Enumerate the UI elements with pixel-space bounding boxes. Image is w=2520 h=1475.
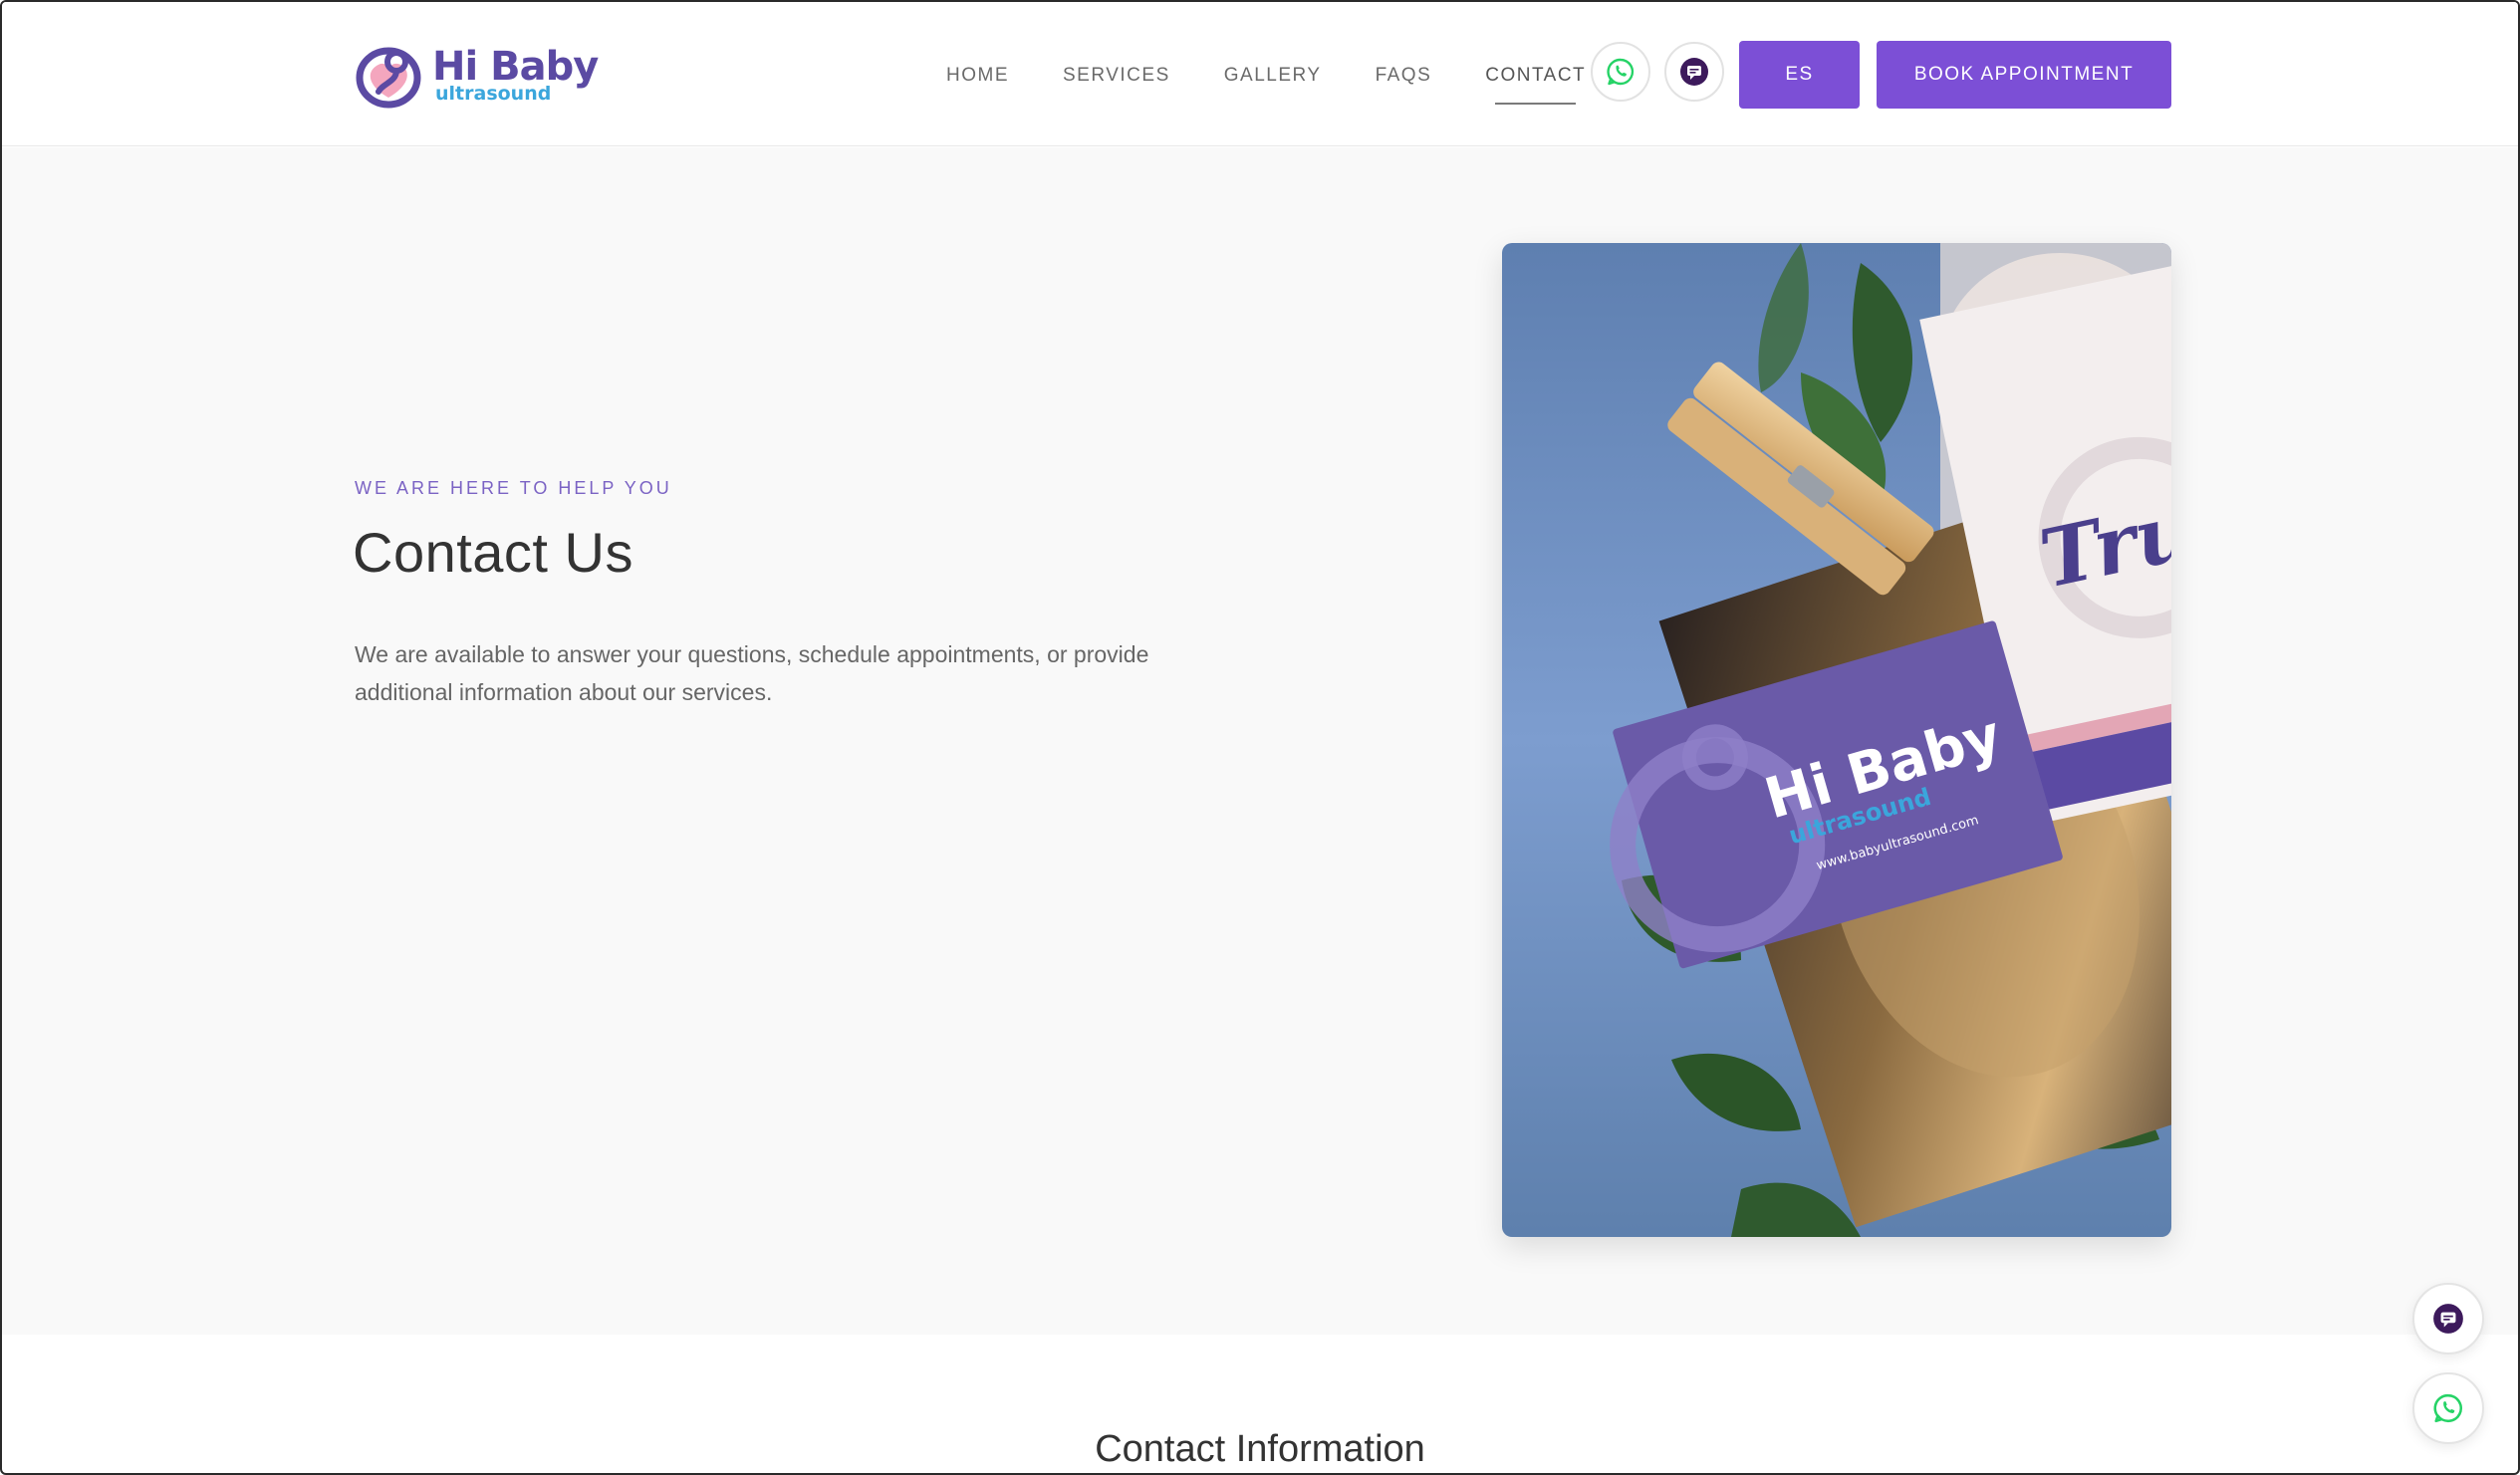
page-title: Contact Us <box>353 521 633 584</box>
hero-eyebrow: WE ARE HERE TO HELP YOU <box>355 478 672 498</box>
browser-frame: Hi Baby ultrasound HOME SERVICES GALLERY… <box>0 0 2520 1475</box>
language-es-button[interactable]: ES <box>1739 41 1860 109</box>
whatsapp-button[interactable] <box>1591 42 1650 102</box>
hero-description: We are available to answer your question… <box>355 641 1149 705</box>
book-appointment-button[interactable]: BOOK APPOINTMENT <box>1877 41 2171 109</box>
main-nav: HOME SERVICES GALLERY FAQS CONTACT <box>946 59 1639 105</box>
hero-image: Tru Hi Baby ultrasound www.babyultrasoun… <box>1502 243 2171 1237</box>
site-header: Hi Baby ultrasound HOME SERVICES GALLERY… <box>2 2 2518 146</box>
chat-button[interactable] <box>1664 42 1724 102</box>
chat-icon <box>2433 1304 2463 1334</box>
floating-chat-button[interactable] <box>2412 1283 2484 1354</box>
nav-item-home[interactable]: HOME <box>946 59 1009 99</box>
whatsapp-icon <box>2433 1393 2463 1423</box>
floating-whatsapp-button[interactable] <box>2412 1372 2484 1444</box>
nav-item-contact[interactable]: CONTACT <box>1485 59 1586 105</box>
logo-mark-icon <box>356 47 421 109</box>
business-card-photo: Tru Hi Baby ultrasound www.babyultrasoun… <box>1502 243 2171 1237</box>
whatsapp-icon <box>1607 58 1635 86</box>
logo-name: Hi Baby <box>432 43 599 90</box>
chat-icon <box>1680 58 1708 86</box>
contact-info-title: Contact Information <box>1095 1428 1425 1470</box>
nav-item-gallery[interactable]: GALLERY <box>1224 59 1322 99</box>
logo[interactable]: Hi Baby ultrasound <box>353 40 602 110</box>
nav-item-faqs[interactable]: FAQS <box>1376 59 1432 99</box>
nav-item-services[interactable]: SERVICES <box>1063 59 1170 99</box>
